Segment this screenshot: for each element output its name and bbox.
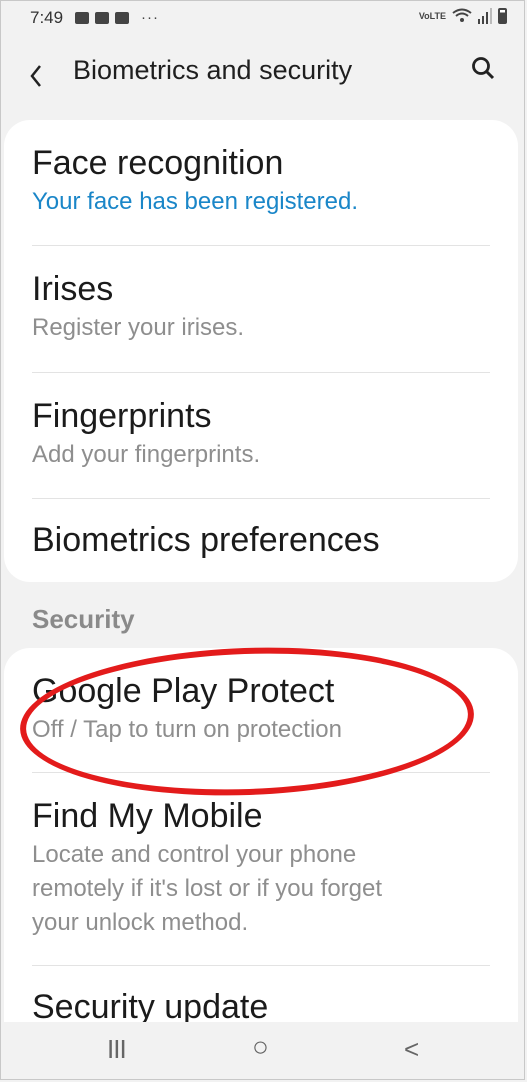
page-title: Biometrics and security (73, 55, 353, 85)
item-title: Security update (32, 988, 269, 1024)
messages-icon (95, 11, 109, 24)
more-notifications-icon: ··· (141, 9, 159, 26)
find-my-mobile-item[interactable]: Find My Mobile Locate and control your p… (4, 773, 518, 966)
security-card: Google Play Protect Off / Tap to turn on… (4, 648, 518, 1024)
fingerprints-item[interactable]: Fingerprints Add your fingerprints. (4, 373, 518, 499)
volte-icon: VoLTE (418, 11, 446, 21)
notification-icons: ··· (75, 9, 159, 26)
item-title: Face recognition (32, 144, 284, 182)
item-subtitle-line: remotely if it's lost or if you forget (32, 875, 383, 902)
status-bar: 7:49 ··· VoLTE (0, 0, 527, 36)
item-subtitle-line: your unlock method. (32, 909, 249, 936)
search-icon (472, 57, 495, 80)
google-play-protect-item[interactable]: Google Play Protect Off / Tap to turn on… (4, 648, 518, 773)
signal-icon (478, 8, 492, 24)
item-subtitle: Add your fingerprints. (32, 441, 261, 468)
wifi-icon (452, 8, 472, 22)
status-time: 7:49 (30, 8, 64, 27)
back-button[interactable] (26, 50, 56, 90)
item-subtitle: Register your irises. (32, 314, 245, 341)
section-header-security: Security (32, 604, 135, 634)
biometrics-preferences-item[interactable]: Biometrics preferences (4, 499, 518, 582)
nav-back-button[interactable]: < (404, 1034, 419, 1065)
battery-icon (498, 8, 507, 24)
item-title: Irises (32, 270, 114, 308)
biometrics-card: Face recognition Your face has been regi… (4, 120, 518, 582)
item-title: Fingerprints (32, 397, 212, 435)
store-icon (115, 11, 129, 24)
system-icons: VoLTE (419, 8, 507, 24)
item-title: Find My Mobile (32, 797, 263, 835)
irises-item[interactable]: Irises Register your irises. (4, 246, 518, 373)
chevron-left-icon (30, 65, 41, 87)
search-button[interactable] (469, 54, 499, 84)
face-recognition-item[interactable]: Face recognition Your face has been regi… (4, 120, 518, 246)
app-bar: Biometrics and security (0, 42, 527, 98)
gallery-icon (75, 11, 89, 24)
recents-button[interactable]: III (107, 1034, 127, 1065)
security-update-item[interactable]: Security update (4, 966, 518, 1024)
item-subtitle: Your face has been registered. (32, 188, 359, 215)
item-subtitle: Off / Tap to turn on protection (32, 716, 342, 743)
home-button[interactable]: ○ (252, 1031, 269, 1063)
navigation-bar: III ○ < (0, 1022, 527, 1080)
item-title: Biometrics preferences (32, 521, 380, 559)
item-title: Google Play Protect (32, 672, 335, 710)
item-subtitle-line: Locate and control your phone (32, 841, 357, 868)
